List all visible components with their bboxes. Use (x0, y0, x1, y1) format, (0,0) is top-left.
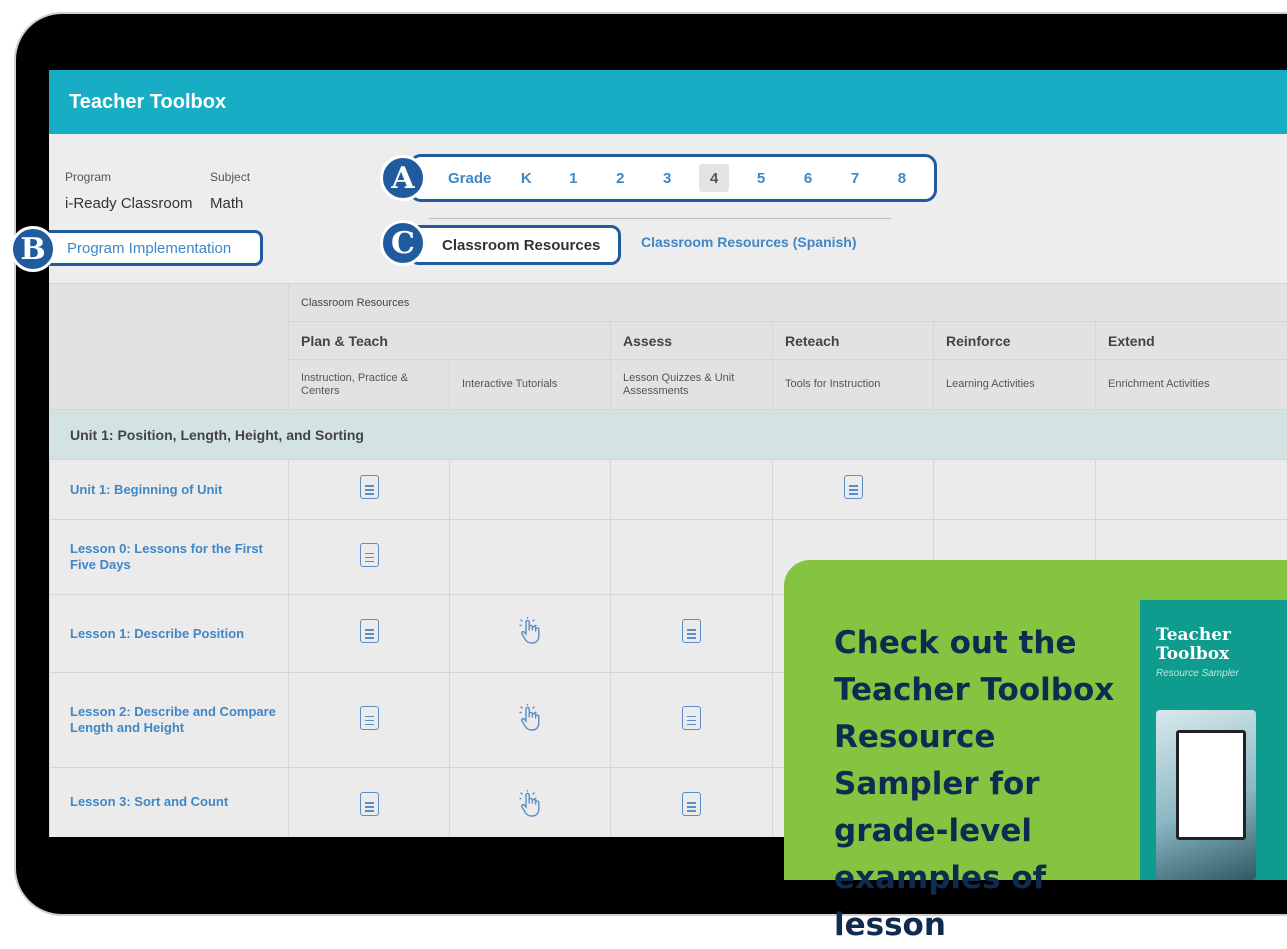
unit-title: Unit 1: Position, Length, Height, and So… (50, 410, 1287, 460)
document-icon[interactable] (360, 619, 379, 643)
category-reinforce: Reinforce (934, 322, 1096, 360)
tap-hand-icon[interactable] (517, 704, 543, 732)
grade-7[interactable]: 7 (840, 164, 870, 192)
document-icon[interactable] (360, 706, 379, 730)
app-header: Teacher Toolbox (49, 70, 1287, 134)
callout-badge-b: B (10, 226, 56, 272)
grade-5[interactable]: 5 (746, 164, 776, 192)
grade-1[interactable]: 1 (558, 164, 588, 192)
grade-k[interactable]: K (511, 164, 541, 192)
header-corner (50, 284, 289, 410)
document-icon[interactable] (682, 792, 701, 816)
lesson-link[interactable]: Unit 1: Beginning of Unit (50, 460, 289, 520)
callout-badge-a: A (380, 155, 426, 201)
grade-selector: Grade K 1 2 3 4 5 6 7 8 (409, 154, 937, 202)
subheader-assessments: Lesson Quizzes & Unit Assessments (611, 360, 773, 410)
app-title: Teacher Toolbox (69, 91, 226, 114)
tap-hand-icon[interactable] (517, 617, 543, 645)
subject-label: Subject (210, 170, 250, 184)
category-reteach: Reteach (773, 322, 934, 360)
category-plan-teach: Plan & Teach (289, 322, 611, 360)
laptop-image (1176, 730, 1246, 840)
program-implementation-link[interactable]: Program Implementation (49, 230, 263, 266)
grade-6[interactable]: 6 (793, 164, 823, 192)
table-row: Unit 1: Beginning of Unit (50, 460, 1287, 520)
promo-panel: Check out the Teacher Toolbox Resource S… (784, 560, 1287, 880)
subheader-instruction: Instruction, Practice & Centers (289, 360, 450, 410)
lesson-link[interactable]: Lesson 2: Describe and Compare Length an… (50, 673, 289, 768)
grade-4[interactable]: 4 (699, 164, 729, 192)
tap-hand-icon[interactable] (517, 790, 543, 818)
subheader-tutorials: Interactive Tutorials (450, 360, 611, 410)
lesson-link[interactable]: Lesson 3: Sort and Count (50, 768, 289, 838)
grade-label: Grade (448, 170, 491, 187)
subheader-enrichment: Enrichment Activities (1096, 360, 1287, 410)
document-icon[interactable] (360, 543, 379, 567)
cover-subtitle: Resource Sampler (1156, 668, 1239, 679)
promo-text: Check out the Teacher Toolbox Resource S… (834, 620, 1134, 949)
tab-divider (429, 218, 891, 219)
subject-value: Math (210, 195, 243, 212)
program-implementation-label: Program Implementation (67, 240, 231, 257)
tab-classroom-resources-spanish[interactable]: Classroom Resources (Spanish) (641, 234, 857, 250)
tab-classroom-resources-label: Classroom Resources (442, 237, 600, 254)
callout-badge-c: C (380, 220, 426, 266)
tab-classroom-resources[interactable]: Classroom Resources (409, 225, 621, 265)
document-icon[interactable] (844, 475, 863, 499)
document-icon[interactable] (682, 619, 701, 643)
subheader-tools: Tools for Instruction (773, 360, 934, 410)
lesson-link[interactable]: Lesson 1: Describe Position (50, 595, 289, 673)
cover-photo (1156, 710, 1256, 880)
category-extend: Extend (1096, 322, 1287, 360)
subheader-learning: Learning Activities (934, 360, 1096, 410)
sampler-cover: Teacher Toolbox Resource Sampler (1140, 600, 1287, 880)
lesson-link[interactable]: Lesson 0: Lessons for the First Five Day… (50, 520, 289, 595)
cover-title: Teacher Toolbox (1156, 626, 1287, 664)
program-label: Program (65, 170, 111, 184)
category-assess: Assess (611, 322, 773, 360)
document-icon[interactable] (360, 475, 379, 499)
super-header: Classroom Resources (289, 284, 1287, 322)
grade-8[interactable]: 8 (887, 164, 917, 192)
grade-3[interactable]: 3 (652, 164, 682, 192)
document-icon[interactable] (360, 792, 379, 816)
grade-2[interactable]: 2 (605, 164, 635, 192)
document-icon[interactable] (682, 706, 701, 730)
program-value: i-Ready Classroom (65, 195, 193, 212)
